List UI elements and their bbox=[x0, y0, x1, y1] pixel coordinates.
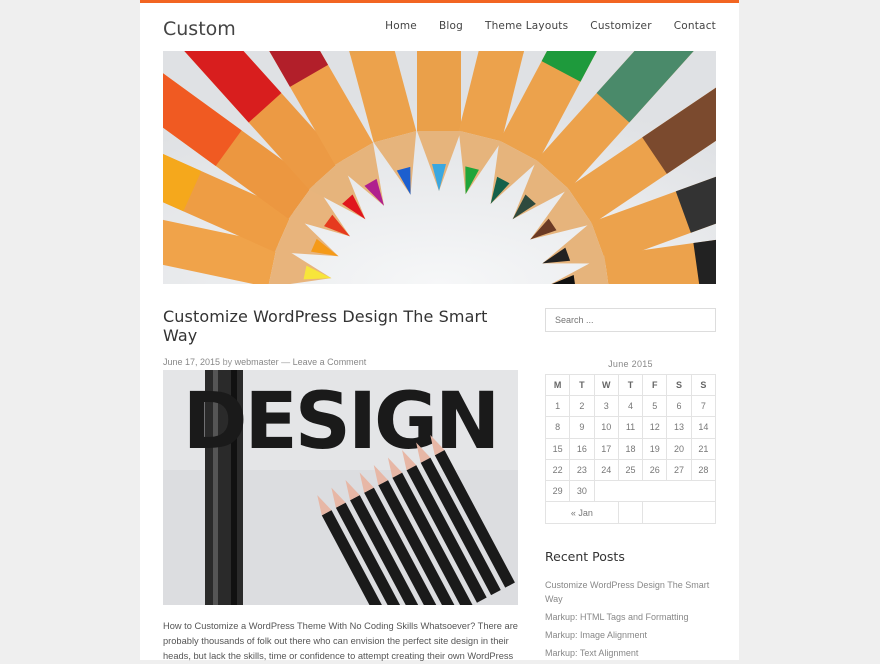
calendar-day: 11 bbox=[617, 416, 644, 439]
calendar-day: 5 bbox=[642, 394, 668, 418]
calendar-prev-link[interactable]: « Jan bbox=[545, 501, 619, 524]
design-pencils-image: DESIGN bbox=[163, 370, 518, 605]
post-meta: June 17, 2015 by webmaster — Leave a Com… bbox=[163, 357, 518, 367]
featured-image[interactable]: DESIGN bbox=[163, 370, 518, 605]
sidebar: June 2015 M T W T F S S 1 2 3 4 bbox=[544, 308, 717, 664]
nav-item-theme-layouts[interactable]: Theme Layouts bbox=[485, 20, 568, 32]
calendar-day: 30 bbox=[569, 480, 595, 503]
calendar-day: 4 bbox=[617, 394, 644, 418]
post-date-link[interactable]: June 17, 2015 bbox=[163, 357, 220, 367]
recent-posts-title: Recent Posts bbox=[545, 548, 625, 564]
main-nav: Home Blog Theme Layouts Customizer Conta… bbox=[363, 20, 716, 32]
calendar-day: 19 bbox=[642, 437, 668, 460]
calendar-day-header: M bbox=[544, 374, 571, 396]
calendar-day: 15 bbox=[544, 437, 571, 460]
post-meta-by: by bbox=[222, 357, 233, 367]
calendar-week: 29 30 bbox=[544, 480, 717, 503]
calendar-day: 22 bbox=[544, 458, 571, 482]
calendar-day: 3 bbox=[593, 394, 619, 418]
calendar-day: 1 bbox=[544, 394, 571, 418]
calendar-day: 16 bbox=[569, 437, 595, 460]
calendar-day: 13 bbox=[666, 416, 692, 439]
calendar-day: 14 bbox=[690, 416, 717, 439]
nav-item-customizer[interactable]: Customizer bbox=[590, 20, 651, 32]
calendar-day-header: T bbox=[569, 374, 595, 396]
list-item: Markup: Image Alignment bbox=[545, 628, 716, 642]
calendar-week: 1 2 3 4 5 6 7 bbox=[544, 394, 717, 418]
calendar-week: 22 23 24 25 26 27 28 bbox=[544, 458, 717, 482]
header-image bbox=[163, 51, 716, 284]
nav-item-contact[interactable]: Contact bbox=[674, 20, 716, 32]
design-word: DESIGN bbox=[183, 377, 498, 467]
calendar-day: 24 bbox=[593, 458, 619, 482]
calendar-day: 6 bbox=[666, 394, 692, 418]
list-item: Customize WordPress Design The Smart Way bbox=[545, 578, 716, 606]
post-title[interactable]: Customize WordPress Design The Smart Way bbox=[163, 307, 518, 345]
calendar-day: 18 bbox=[617, 437, 644, 460]
calendar-pad bbox=[642, 501, 716, 524]
calendar-caption: June 2015 bbox=[608, 359, 653, 369]
calendar-day: 10 bbox=[593, 416, 619, 439]
calendar-day-header: T bbox=[617, 374, 644, 396]
colored-pencils-image bbox=[163, 51, 716, 284]
recent-post-link[interactable]: Markup: HTML Tags and Formatting bbox=[545, 612, 689, 622]
calendar-day-header: S bbox=[690, 374, 717, 396]
calendar: M T W T F S S 1 2 3 4 5 6 7 8 9 10 11 12… bbox=[544, 374, 717, 524]
post-excerpt: How to Customize a WordPress Theme With … bbox=[163, 621, 518, 661]
recent-posts-list: Customize WordPress Design The Smart Way… bbox=[545, 578, 716, 660]
nav-item-home[interactable]: Home bbox=[385, 20, 417, 32]
calendar-day-header: F bbox=[642, 374, 668, 396]
nav-item-blog[interactable]: Blog bbox=[439, 20, 463, 32]
list-item: Markup: Text Alignment bbox=[545, 646, 716, 660]
calendar-pad bbox=[593, 480, 717, 503]
main-content: Customize WordPress Design The Smart Way… bbox=[163, 307, 518, 661]
calendar-nav-row: « Jan bbox=[545, 501, 716, 524]
recent-post-link[interactable]: Markup: Text Alignment bbox=[545, 648, 638, 658]
calendar-week: 15 16 17 18 19 20 21 bbox=[544, 437, 717, 460]
calendar-day: 2 bbox=[569, 394, 595, 418]
post-meta-separator: — bbox=[281, 357, 291, 367]
calendar-day: 21 bbox=[690, 437, 717, 460]
calendar-day-header: S bbox=[666, 374, 692, 396]
calendar-week: 8 9 10 11 12 13 14 bbox=[544, 416, 717, 439]
calendar-day: 26 bbox=[642, 458, 668, 482]
calendar-day: 28 bbox=[690, 458, 717, 482]
calendar-day: 17 bbox=[593, 437, 619, 460]
calendar-header-row: M T W T F S S bbox=[544, 374, 717, 396]
calendar-day: 12 bbox=[642, 416, 668, 439]
calendar-day: 29 bbox=[544, 480, 571, 503]
calendar-day: 20 bbox=[666, 437, 692, 460]
page-container: Custom Home Blog Theme Layouts Customize… bbox=[140, 0, 739, 661]
site-title[interactable]: Custom bbox=[163, 18, 236, 40]
calendar-day: 27 bbox=[666, 458, 692, 482]
calendar-day: 9 bbox=[569, 416, 595, 439]
calendar-day-header: W bbox=[593, 374, 619, 396]
post-author-link[interactable]: webmaster bbox=[235, 357, 279, 367]
list-item: Markup: HTML Tags and Formatting bbox=[545, 610, 716, 624]
leave-comment-link[interactable]: Leave a Comment bbox=[293, 357, 367, 367]
recent-post-link[interactable]: Markup: Image Alignment bbox=[545, 630, 647, 640]
calendar-day: 7 bbox=[690, 394, 717, 418]
calendar-day: 8 bbox=[544, 416, 571, 439]
calendar-pad bbox=[617, 501, 644, 524]
calendar-day: 25 bbox=[617, 458, 644, 482]
recent-post-link[interactable]: Customize WordPress Design The Smart Way bbox=[545, 580, 709, 604]
search-input[interactable] bbox=[545, 308, 716, 332]
calendar-day: 23 bbox=[569, 458, 595, 482]
